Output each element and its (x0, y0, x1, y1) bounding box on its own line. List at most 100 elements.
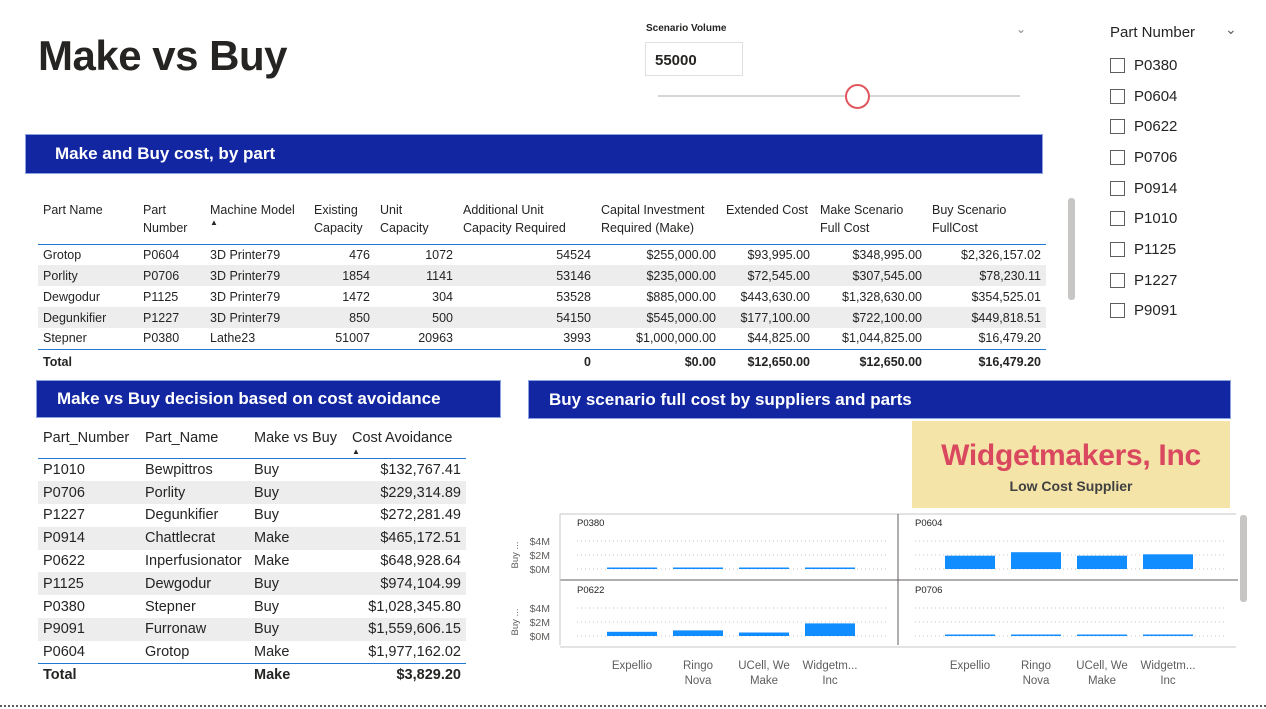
column-header[interactable]: Part Number (138, 196, 205, 245)
part-slicer-item[interactable]: P1227 (1110, 265, 1177, 296)
scenario-slider-handle[interactable] (844, 84, 870, 109)
table-row[interactable]: Dewgodur P1125 3D Printer79 1472 304 53528 $88… (38, 286, 1046, 307)
checkbox[interactable] (1110, 272, 1125, 288)
table-row[interactable]: P0914 Chattlecrat Make $465,172.51 (38, 526, 466, 550)
y-axis-label: Buy ... (510, 609, 521, 636)
table-cell: 500 (375, 307, 458, 328)
column-header-label: Existing Capacity (314, 203, 363, 235)
table-row[interactable]: P1227 Degunkifier Buy $272,281.49 (38, 504, 466, 527)
table-cell: Stepner (145, 598, 196, 615)
column-header[interactable]: Unit Capacity (375, 196, 458, 245)
page-title: Make vs Buy (38, 32, 287, 79)
column-header[interactable]: Buy Scenario FullCost (927, 196, 1046, 245)
part-slicer-item[interactable]: P1125 (1110, 234, 1177, 265)
part-slicer-item[interactable]: P9091 (1110, 296, 1177, 327)
total-cell: Make (249, 663, 347, 687)
column-header-label: Capital Investment Required (Make) (601, 203, 705, 235)
table-cell: $1,559,606.15 (347, 618, 466, 641)
checkbox[interactable] (1110, 149, 1125, 165)
chevron-down-icon[interactable]: ⌄ (1016, 22, 1026, 36)
column-header[interactable]: Capital Investment Required (Make) (596, 196, 721, 245)
column-header[interactable]: Additional Unit Capacity Required (458, 196, 596, 245)
table-cell: Make (254, 553, 290, 570)
x-tick-label: Inc (1160, 675, 1176, 687)
column-header[interactable]: Existing Capacity (309, 196, 375, 245)
table-row[interactable]: Stepner P0380 Lathe23 51007 20963 3993 $1,000,… (38, 328, 1046, 349)
table-row[interactable]: Grotop P0604 3D Printer79 476 1072 54524 $255,… (38, 244, 1046, 265)
table-row[interactable]: P0380 Stepner Buy $1,028,345.80 (38, 595, 466, 618)
table-row[interactable]: P1010 Bewpittros Buy $132,767.41 (38, 459, 466, 482)
part-slicer-item-label: P1227 (1134, 271, 1178, 289)
table-cell: $93,995.00 (747, 247, 810, 262)
chevron-down-icon[interactable]: ⌄ (1225, 21, 1237, 38)
checkbox[interactable] (1110, 211, 1125, 227)
checkbox[interactable] (1110, 180, 1125, 196)
table-cell: P0622 (43, 553, 85, 570)
table-cell: P0706 (138, 265, 205, 286)
y-axis-label: Buy ... (510, 542, 521, 569)
table-row[interactable]: P0706 Porlity Buy $229,314.89 (38, 481, 466, 505)
x-tick-label: Expellio (950, 660, 990, 672)
column-header-label: Additional Unit Capacity Required (463, 203, 566, 235)
table-cell: 53146 (458, 265, 596, 286)
table-row[interactable]: Porlity P0706 3D Printer79 1854 1141 53146 $23… (38, 265, 1046, 286)
table-cell: Buy (254, 598, 279, 615)
checkbox[interactable] (1110, 119, 1125, 135)
table-cell: $1,000,000.00 (636, 331, 716, 346)
table-row[interactable]: P9091 Furronaw Buy $1,559,606.15 (38, 618, 466, 641)
part-slicer-item[interactable]: P0914 (1110, 173, 1177, 204)
chart-scrollbar[interactable] (1240, 515, 1247, 602)
checkbox[interactable] (1110, 57, 1125, 73)
part-slicer-item-label: P1125 (1134, 240, 1177, 258)
column-header-label: Part Number (143, 203, 188, 235)
table-row[interactable]: P0604 Grotop Make $1,977,162.02 (38, 641, 466, 664)
table-cell: $443,630.00 (740, 289, 810, 304)
table-cell: Make (254, 644, 290, 661)
table-cell: 850 (309, 307, 375, 328)
checkbox[interactable] (1110, 303, 1125, 319)
table-cell: P0380 (43, 598, 85, 615)
column-header[interactable]: Part_Number (38, 424, 140, 459)
part-slicer-item[interactable]: P1010 (1110, 203, 1177, 234)
checkbox[interactable] (1110, 88, 1125, 104)
table-cell: Buy (249, 481, 347, 505)
bar (607, 631, 657, 636)
bar (1077, 634, 1127, 636)
table-cell: 3D Printer79 (205, 265, 309, 286)
table-row[interactable]: P0622 Inperfusionator Make $648,928.64 (38, 550, 466, 573)
part-slicer-item[interactable]: P0706 (1110, 142, 1177, 173)
checkbox[interactable] (1110, 241, 1125, 257)
table-cell: Inperfusionator (145, 553, 242, 570)
part-slicer-item[interactable]: P0380 (1110, 50, 1177, 81)
column-header[interactable]: Extended Cost (721, 196, 815, 245)
column-header[interactable]: Make vs Buy (249, 424, 347, 459)
callout-supplier-name: Widgetmakers, Inc (941, 439, 1201, 472)
part-slicer-item[interactable]: P0604 (1110, 81, 1177, 112)
table-cell: $272,281.49 (380, 507, 461, 524)
panel-title: P0706 (915, 585, 942, 596)
table-scrollbar[interactable] (1068, 198, 1075, 300)
table-cell: 54524 (556, 247, 591, 262)
column-header[interactable]: Machine Model ▲ (205, 196, 309, 245)
panel-title: P0622 (577, 585, 604, 596)
total-cell (375, 348, 458, 371)
column-header[interactable]: Cost Avoidance ▲ (347, 424, 466, 459)
scenario-volume-label: Scenario Volume (646, 23, 727, 34)
column-header[interactable]: Part Name (38, 196, 138, 245)
table-cell: Porlity (140, 481, 249, 505)
table-cell: P1125 (143, 289, 179, 304)
make-buy-cost-banner: Make and Buy cost, by part (25, 134, 1043, 174)
column-header[interactable]: Part_Name (140, 424, 249, 459)
table-cell: Make (249, 526, 347, 550)
table-cell: $348,995.00 (852, 247, 922, 262)
y-tick-label: $0M (530, 564, 550, 576)
table-cell: $177,100.00 (721, 307, 815, 328)
column-header-label: Cost Avoidance (352, 430, 453, 446)
x-tick-label: Ringo (683, 660, 713, 672)
column-header[interactable]: Make Scenario Full Cost (815, 196, 927, 245)
scenario-volume-input[interactable]: 55000 (645, 42, 743, 76)
part-slicer-item-label: P0604 (1134, 87, 1178, 105)
table-row[interactable]: Degunkifier P1227 3D Printer79 850 500 54150 $… (38, 307, 1046, 328)
part-slicer-item[interactable]: P0622 (1110, 111, 1177, 142)
table-row[interactable]: P1125 Dewgodur Buy $974,104.99 (38, 572, 466, 596)
